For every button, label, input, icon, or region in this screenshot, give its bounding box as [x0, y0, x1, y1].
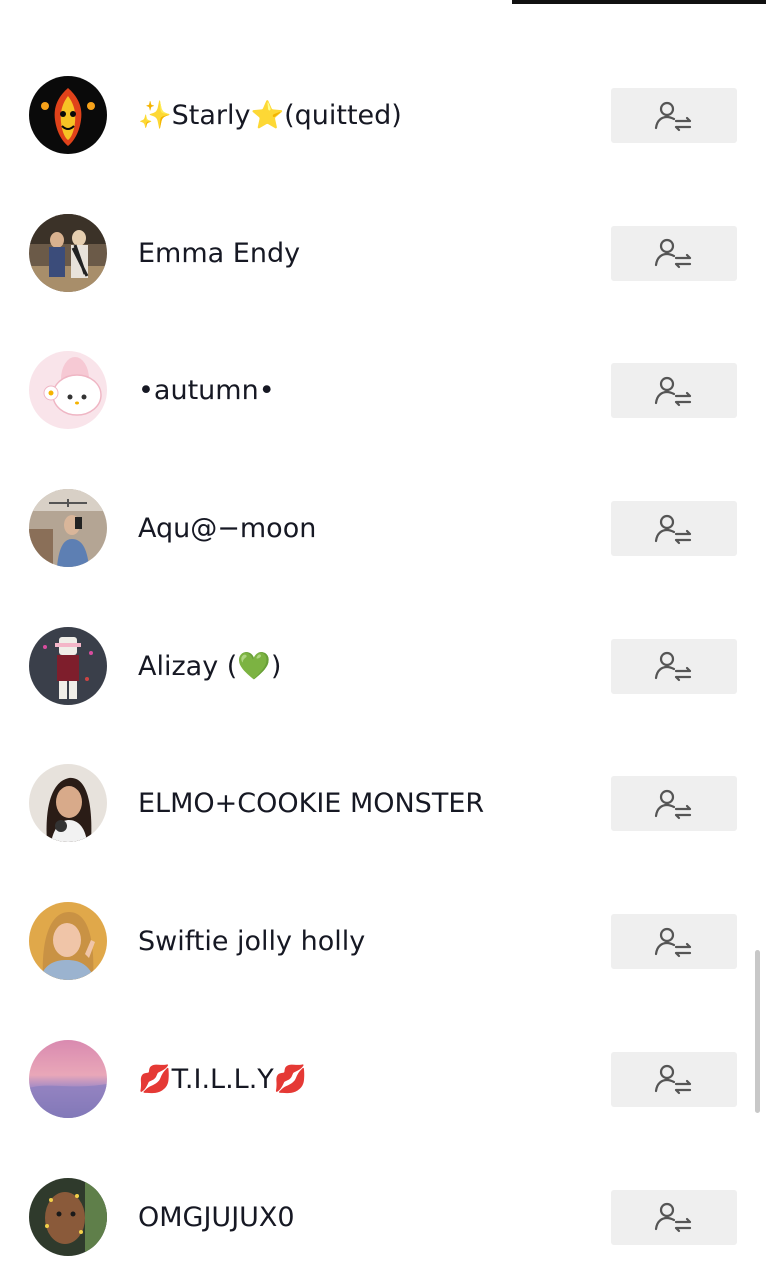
- friends-button[interactable]: [611, 363, 737, 419]
- avatar[interactable]: [29, 213, 107, 292]
- friends-icon: [654, 1065, 692, 1095]
- avatar[interactable]: [29, 489, 107, 568]
- list-item[interactable]: Alizay (💚): [0, 598, 766, 736]
- friends-button[interactable]: [611, 914, 737, 970]
- user-list[interactable]: ✨Starly⭐(quitted) Emma Endy •autumn• Aqu…: [0, 47, 766, 1280]
- friends-button[interactable]: [611, 638, 737, 694]
- avatar[interactable]: [29, 76, 107, 154]
- list-item[interactable]: •autumn•: [0, 322, 766, 460]
- avatar[interactable]: [29, 764, 107, 843]
- friends-icon: [654, 101, 692, 131]
- top-indicator-bar: [512, 0, 766, 4]
- avatar[interactable]: [29, 626, 107, 705]
- username[interactable]: Emma Endy: [138, 237, 300, 271]
- list-item[interactable]: 💋T.I.L.L.Y💋: [0, 1011, 766, 1149]
- list-item[interactable]: Swiftie jolly holly: [0, 873, 766, 1011]
- friends-button[interactable]: [611, 1051, 737, 1107]
- list-item[interactable]: ✨Starly⭐(quitted): [0, 47, 766, 185]
- friends-list-screen: ✨Starly⭐(quitted) Emma Endy •autumn• Aqu…: [0, 0, 766, 1280]
- avatar[interactable]: [29, 1177, 107, 1256]
- friends-icon: [654, 376, 692, 406]
- friends-button[interactable]: [611, 88, 737, 143]
- friends-button[interactable]: [611, 501, 737, 557]
- friends-button[interactable]: [611, 776, 737, 832]
- list-item[interactable]: ELMO+COOKIE MONSTER: [0, 735, 766, 873]
- avatar[interactable]: [29, 902, 107, 981]
- friends-icon: [654, 927, 692, 957]
- username[interactable]: ✨Starly⭐(quitted): [138, 99, 402, 133]
- friends-button[interactable]: [611, 225, 737, 281]
- username[interactable]: Swiftie jolly holly: [138, 925, 365, 959]
- username[interactable]: 💋T.I.L.L.Y💋: [138, 1063, 307, 1097]
- username[interactable]: Alizay (💚): [138, 650, 281, 684]
- friends-icon: [654, 1202, 692, 1233]
- list-item[interactable]: Emma Endy: [0, 185, 766, 323]
- friends-button[interactable]: [611, 1189, 737, 1245]
- friends-icon: [654, 652, 692, 682]
- username[interactable]: OMGJUJUX0: [138, 1201, 295, 1235]
- username[interactable]: ELMO+COOKIE MONSTER: [138, 787, 484, 821]
- friends-icon: [654, 239, 692, 269]
- avatar[interactable]: [29, 351, 107, 430]
- avatar[interactable]: [29, 1039, 107, 1118]
- scrollbar[interactable]: [755, 950, 760, 1113]
- friends-icon: [654, 514, 692, 544]
- list-item[interactable]: Aqu@−moon: [0, 460, 766, 598]
- friends-icon: [654, 789, 692, 820]
- username[interactable]: •autumn•: [138, 374, 275, 408]
- list-item[interactable]: OMGJUJUX0: [0, 1149, 766, 1280]
- username[interactable]: Aqu@−moon: [138, 512, 316, 546]
